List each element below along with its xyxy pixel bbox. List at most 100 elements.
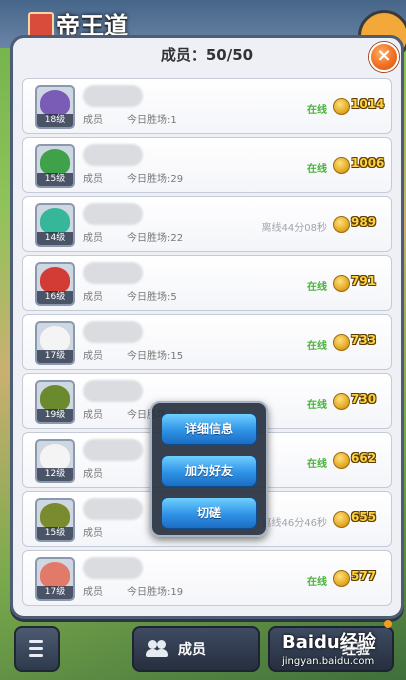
coin-icon xyxy=(333,157,350,174)
menu-button[interactable] xyxy=(14,626,60,672)
avatar[interactable]: 14级 xyxy=(35,203,75,247)
avatar-face-icon xyxy=(40,503,70,529)
level-tag: 19级 xyxy=(37,409,73,422)
coin-value: 989 xyxy=(351,215,377,229)
avatar-face-icon xyxy=(40,90,70,116)
member-row[interactable]: 17级 成员 今日胜场:15 在线 733 xyxy=(22,314,392,370)
coin-icon xyxy=(333,216,350,233)
avatar-face-icon xyxy=(40,385,70,411)
blurred-name xyxy=(83,439,143,461)
blurred-name xyxy=(83,380,143,402)
coin-value: 791 xyxy=(351,274,377,288)
blurred-name xyxy=(83,203,143,225)
online-status: 在线 xyxy=(307,164,327,175)
avatar[interactable]: 15级 xyxy=(35,144,75,188)
coin-value: 733 xyxy=(351,333,377,347)
member-role: 成员 xyxy=(83,351,103,362)
blurred-name xyxy=(83,498,143,520)
today-wins: 今日胜场:5 xyxy=(127,292,177,303)
avatar[interactable]: 18级 xyxy=(35,85,75,129)
member-role: 成员 xyxy=(83,410,103,421)
level-tag: 16级 xyxy=(37,291,73,304)
member-role: 成员 xyxy=(83,174,103,185)
blurred-name xyxy=(83,262,143,284)
coin-icon xyxy=(333,334,350,351)
avatar[interactable]: 19级 xyxy=(35,380,75,424)
online-status: 在线 xyxy=(307,282,327,293)
level-tag: 15级 xyxy=(37,527,73,540)
coin-value: 730 xyxy=(351,392,377,406)
coin-value: 1014 xyxy=(351,97,385,111)
menu-icon xyxy=(29,640,43,643)
member-row[interactable]: 18级 成员 今日胜场:1 在线 1014 xyxy=(22,78,392,134)
online-status: 在线 xyxy=(307,400,327,411)
online-status: 离线44分08秒 xyxy=(261,223,327,234)
online-status: 在线 xyxy=(307,341,327,352)
panel-title: 成员：50/50 xyxy=(160,46,254,64)
avatar-face-icon xyxy=(40,267,70,293)
level-tag: 15级 xyxy=(37,173,73,186)
details-button[interactable]: 详细信息 xyxy=(161,413,257,445)
coin-value: 655 xyxy=(351,510,377,524)
level-tag: 12级 xyxy=(37,468,73,481)
avatar[interactable]: 17级 xyxy=(35,557,75,601)
watermark-brand: Baidu经验 xyxy=(282,632,376,653)
today-wins: 今日胜场:22 xyxy=(127,233,184,244)
member-row[interactable]: 15级 成员 今日胜场:29 在线 1006 xyxy=(22,137,392,193)
menu-icon-line xyxy=(29,654,43,657)
avatar-face-icon xyxy=(40,149,70,175)
coin-value: 1006 xyxy=(351,156,385,170)
coin-icon xyxy=(333,393,350,410)
blurred-name xyxy=(83,144,143,166)
level-tag: 17级 xyxy=(37,350,73,363)
today-wins: 今日胜场:15 xyxy=(127,351,184,362)
member-role: 成员 xyxy=(83,292,103,303)
level-tag: 17级 xyxy=(37,586,73,599)
member-role: 成员 xyxy=(83,469,103,480)
blurred-name xyxy=(83,321,143,343)
member-row[interactable]: 17级 成员 今日胜场:19 在线 577 xyxy=(22,550,392,606)
watermark-url: jingyan.baidu.com xyxy=(282,656,375,667)
today-wins: 今日胜场:1 xyxy=(127,115,177,126)
avatar[interactable]: 16级 xyxy=(35,262,75,306)
coin-icon xyxy=(333,452,350,469)
add-friend-button[interactable]: 加为好友 xyxy=(161,455,257,487)
avatar-face-icon xyxy=(40,444,70,470)
avatar-face-icon xyxy=(40,208,70,234)
member-role: 成员 xyxy=(83,115,103,126)
coin-icon xyxy=(333,511,350,528)
member-role: 成员 xyxy=(83,528,103,539)
avatar-face-icon xyxy=(40,562,70,588)
member-row[interactable]: 16级 成员 今日胜场:5 在线 791 xyxy=(22,255,392,311)
level-tag: 14级 xyxy=(37,232,73,245)
avatar[interactable]: 15级 xyxy=(35,498,75,542)
blurred-name xyxy=(83,557,143,579)
coin-icon xyxy=(333,275,350,292)
people-icon xyxy=(146,638,168,657)
online-status: 在线 xyxy=(307,105,327,116)
menu-icon-line xyxy=(29,647,43,650)
online-status: 在线 xyxy=(307,577,327,588)
member-action-popup: 详细信息 加为好友 切磋 xyxy=(150,401,268,537)
online-status: 在线 xyxy=(307,459,327,470)
tab-members-label: 成员 xyxy=(178,642,206,658)
blurred-name xyxy=(83,85,143,107)
coin-icon xyxy=(333,98,350,115)
online-status: 离线46分46秒 xyxy=(261,518,327,529)
today-wins: 今日胜场:29 xyxy=(127,174,184,185)
coin-value: 662 xyxy=(351,451,377,465)
member-row[interactable]: 14级 成员 今日胜场:22 离线44分08秒 989 xyxy=(22,196,392,252)
spar-button[interactable]: 切磋 xyxy=(161,497,257,529)
level-tag: 18级 xyxy=(37,114,73,127)
notification-dot xyxy=(384,620,392,628)
close-button[interactable]: × xyxy=(369,42,399,72)
member-role: 成员 xyxy=(83,233,103,244)
coin-value: 577 xyxy=(351,569,377,583)
today-wins: 今日胜场:19 xyxy=(127,587,184,598)
member-role: 成员 xyxy=(83,587,103,598)
tab-members[interactable]: 成员 xyxy=(132,626,260,672)
avatar[interactable]: 17级 xyxy=(35,321,75,365)
coin-icon xyxy=(333,570,350,587)
avatar-face-icon xyxy=(40,326,70,352)
avatar[interactable]: 12级 xyxy=(35,439,75,483)
